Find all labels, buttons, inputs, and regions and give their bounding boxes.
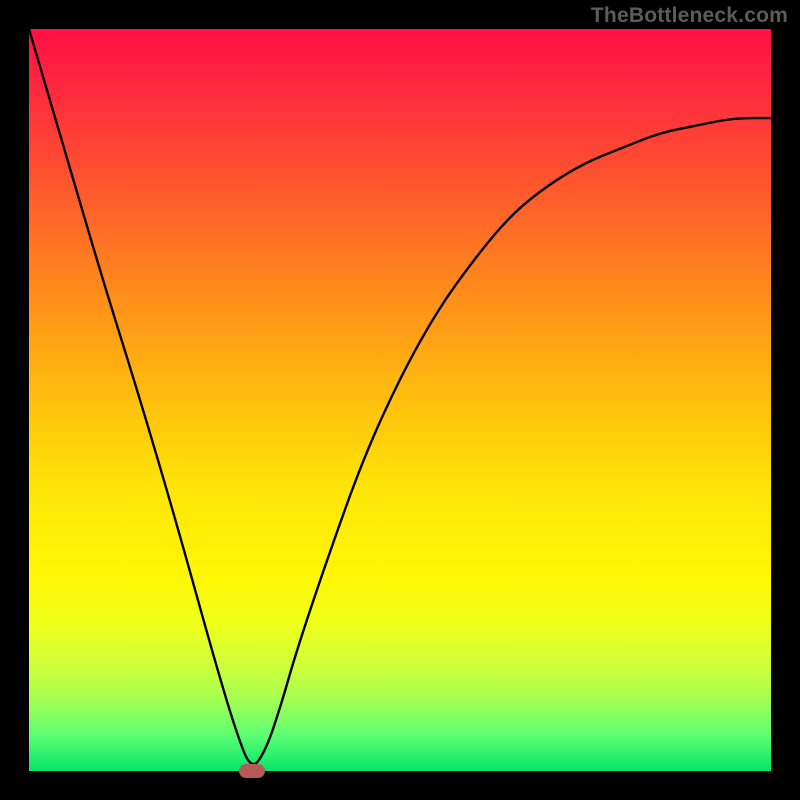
bottleneck-curve <box>29 29 771 764</box>
curve-svg <box>29 29 771 771</box>
optimal-marker <box>239 764 265 778</box>
plot-area <box>29 29 771 771</box>
attribution-text: TheBottleneck.com <box>591 4 788 28</box>
chart-frame: TheBottleneck.com <box>0 0 800 800</box>
